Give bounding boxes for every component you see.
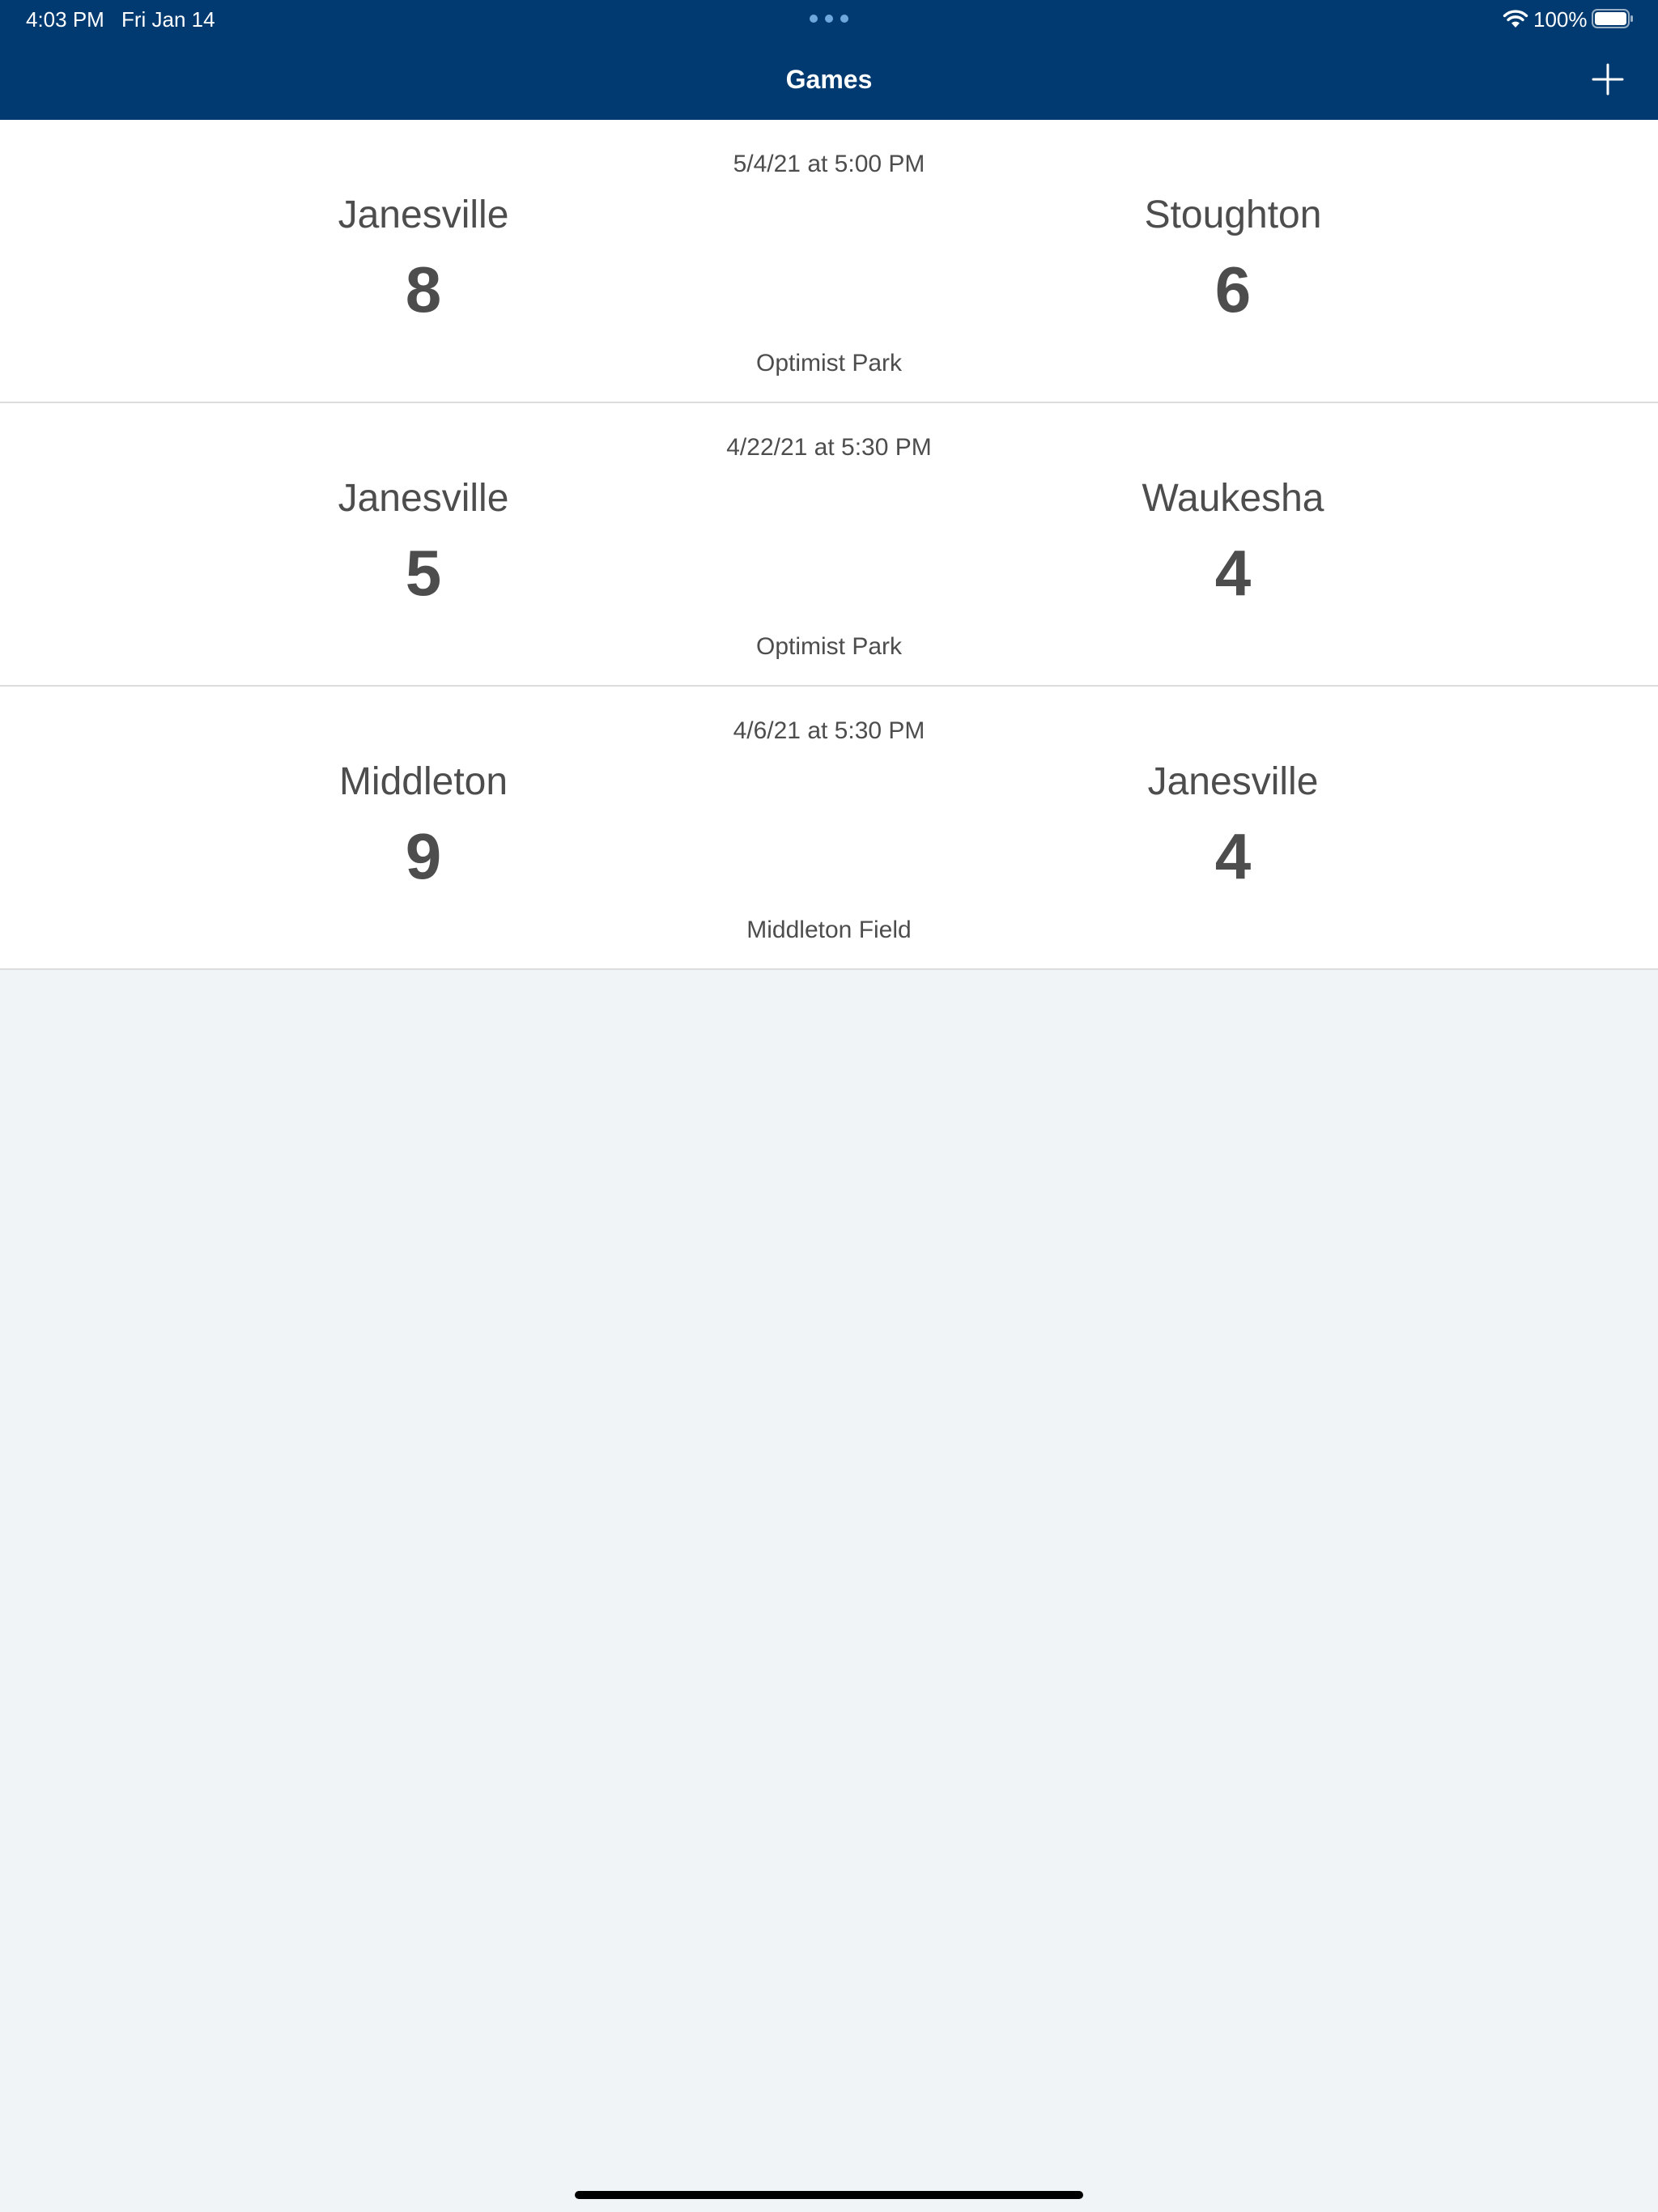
plus-icon[interactable] bbox=[1588, 60, 1627, 99]
left-team-score: 8 bbox=[405, 253, 442, 325]
left-team-score: 5 bbox=[405, 537, 442, 609]
right-team-score: 4 bbox=[1214, 820, 1252, 892]
left-team-score: 9 bbox=[405, 820, 442, 892]
games-list: 5/4/21 at 5:00 PM Janesville 8 Stoughton… bbox=[0, 120, 1658, 970]
multitasking-dots-icon[interactable] bbox=[810, 15, 848, 23]
left-team-name: Janesville bbox=[338, 194, 509, 236]
battery-icon bbox=[1592, 9, 1633, 28]
game-venue: Optimist Park bbox=[755, 350, 903, 376]
game-row[interactable]: 4/22/21 at 5:30 PM Janesville 5 Waukesha… bbox=[0, 403, 1658, 687]
status-date: Fri Jan 14 bbox=[121, 7, 215, 32]
game-date: 5/4/21 at 5:00 PM bbox=[733, 151, 925, 177]
game-venue: Optimist Park bbox=[755, 633, 903, 660]
home-indicator[interactable] bbox=[575, 2191, 1083, 2199]
page-title: Games bbox=[785, 65, 873, 94]
right-team-score: 4 bbox=[1214, 537, 1252, 609]
battery-percentage: 100% bbox=[1533, 7, 1588, 32]
game-venue: Middleton Field bbox=[746, 917, 912, 943]
game-date: 4/22/21 at 5:30 PM bbox=[726, 434, 932, 461]
right-team-name: Janesville bbox=[1147, 760, 1319, 803]
right-team-name: Waukesha bbox=[1141, 477, 1324, 520]
status-time: 4:03 PM bbox=[26, 7, 104, 32]
game-date: 4/6/21 at 5:30 PM bbox=[733, 717, 925, 744]
game-row[interactable]: 5/4/21 at 5:00 PM Janesville 8 Stoughton… bbox=[0, 120, 1658, 403]
right-team-score: 6 bbox=[1214, 253, 1252, 325]
game-row[interactable]: 4/6/21 at 5:30 PM Middleton 9 Janesville… bbox=[0, 687, 1658, 970]
right-team-name: Stoughton bbox=[1144, 194, 1322, 236]
navigation-bar: 4:03 PM Fri Jan 14 100% Games bbox=[0, 0, 1658, 120]
left-team-name: Middleton bbox=[338, 760, 508, 803]
wifi-icon bbox=[1503, 10, 1528, 28]
left-team-name: Janesville bbox=[338, 477, 509, 520]
